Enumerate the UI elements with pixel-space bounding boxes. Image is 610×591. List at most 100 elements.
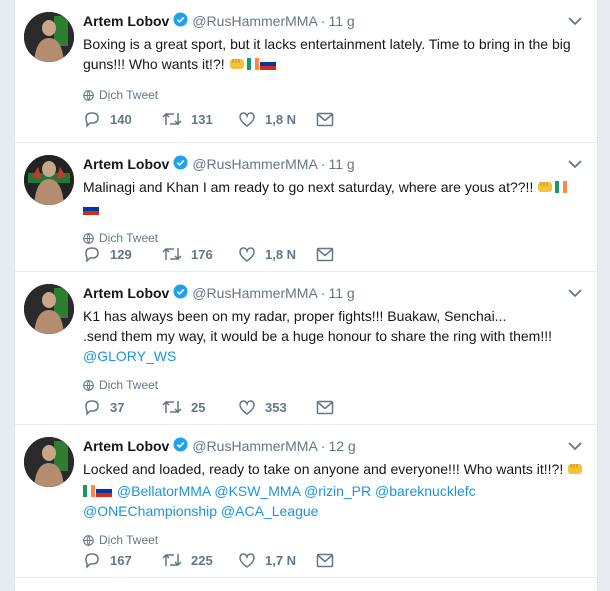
mention-links[interactable]: @BellatorMMA @KSW_MMA @rizin_PR @bareknu… [117,483,476,499]
verified-badge-icon [173,437,188,455]
chevron-down-icon[interactable] [567,286,583,298]
tweet-header: Artem Lobov @RusHammerMMA · 11 g [83,10,583,32]
reply-icon [85,112,99,128]
tweet-text-line: .send them my way, it would be a huge ho… [83,328,552,344]
avatar[interactable] [24,284,74,334]
translate-tweet-link[interactable]: Dịch Tweet [83,88,583,102]
like-count: 1,8 N [265,246,297,262]
tweet-header: Artem Lobov @RusHammerMMA · 11 g [83,282,583,304]
tweet-actions: 167 225 1,7 N [83,551,395,569]
author-handle[interactable]: @RusHammerMMA [192,438,317,454]
translate-label: Dịch Tweet [99,378,159,392]
tweet-time[interactable]: 11 g [328,156,354,172]
author-handle[interactable]: @RusHammerMMA [192,285,317,301]
retweet-button[interactable]: 225 [162,551,238,569]
direct-message-icon [316,247,334,261]
chevron-down-icon[interactable] [567,439,583,451]
translate-tweet-link[interactable]: Dịch Tweet [83,378,583,392]
avatar[interactable] [24,155,74,205]
tweet-text-line-with-emoji: Malinagi and Khan I am ready to go next … [83,177,583,199]
chevron-down-icon[interactable] [567,14,583,26]
tweet-mentions-line: @BellatorMMA @KSW_MMA @rizin_PR @bareknu… [83,481,583,501]
retweet-button[interactable]: 131 [162,110,238,128]
reply-icon [85,400,99,416]
retweet-button[interactable]: 25 [162,398,238,416]
direct-message-button[interactable] [316,112,395,127]
retweet-icon [162,553,182,567]
russian-flag [82,200,100,215]
retweet-icon [162,400,182,414]
chevron-down-icon[interactable] [567,157,583,169]
fist-emoji [537,179,553,199]
tweet-text-line: Malinagi and Khan I am ready to go next … [83,179,534,195]
author-name[interactable]: Artem Lobov [83,156,169,172]
reply-button[interactable]: 129 [83,245,162,263]
author-name[interactable]: Artem Lobov [83,13,169,29]
tweet[interactable]: Artem Lobov @RusHammerMMA · 11 g K1 has … [15,272,597,425]
avatar[interactable] [24,12,74,62]
translate-tweet-link[interactable]: Dịch Tweet [83,533,583,547]
retweet-count: 176 [191,246,213,262]
translate-tweet-link[interactable]: Dịch Tweet [83,231,583,245]
avatar[interactable] [24,437,74,487]
separator-dot: · [320,438,326,454]
tweet[interactable]: Artem Lobov @RusHammerMMA · 11 g Malinag… [15,143,597,272]
direct-message-icon [316,112,334,126]
retweet-button[interactable]: 176 [162,245,238,263]
tweet-text-line-with-emoji: guns!!! Who wants it!?! [83,54,583,76]
tweet-header: Artem Lobov @RusHammerMMA · 11 g [83,153,583,175]
globe-icon [83,89,94,101]
like-icon [239,399,255,415]
retweet-count: 225 [191,552,213,568]
like-button[interactable]: 1,7 N [238,552,316,569]
tweet[interactable]: Artem Lobov @RusHammerMMA · 11 g Boxing … [15,0,597,143]
verified-badge-icon [173,284,188,302]
author-name[interactable]: Artem Lobov [83,438,169,454]
reply-count: 129 [110,246,132,262]
reply-count: 140 [110,111,132,127]
reply-icon [85,553,99,569]
direct-message-button[interactable] [316,247,395,262]
author-name[interactable]: Artem Lobov [83,285,169,301]
tweet-text-line: guns!!! Who wants it!?! [83,56,225,72]
author-handle[interactable]: @RusHammerMMA [192,156,317,172]
reply-button[interactable]: 140 [83,110,162,128]
globe-icon [83,379,94,391]
like-button[interactable]: 1,8 N [238,111,316,128]
direct-message-button[interactable] [316,400,395,415]
irish-flag [83,482,95,497]
tweet-time[interactable]: 12 g [328,438,355,454]
tweet[interactable]: Artem Lobov @RusHammerMMA · 12 g Locked … [15,425,597,578]
direct-message-icon [316,400,334,414]
separator-dot: · [320,156,326,172]
translate-label: Dịch Tweet [99,231,159,245]
tweet-text: K1 has always been on my radar, proper f… [83,306,583,366]
like-button[interactable]: 353 [238,399,316,416]
retweet-icon [162,112,182,126]
globe-icon [83,232,94,244]
like-button[interactable]: 1,8 N [238,246,316,263]
mention-links[interactable]: @ONEChampionship @ACA_League [83,501,583,521]
reply-button[interactable]: 167 [83,551,162,569]
irish-flag [246,55,259,70]
tweet-text-line: Boxing is a great sport, but it lacks en… [83,36,571,52]
tweet-time[interactable]: 11 g [328,13,354,29]
tweet-text-line-with-emoji: Locked and loaded, ready to take on anyo… [83,459,583,481]
tweet-actions: 140 131 1,8 N [83,110,395,128]
globe-icon [83,534,94,546]
author-handle[interactable]: @RusHammerMMA [192,13,317,29]
reply-button[interactable]: 37 [83,398,162,416]
verified-badge-icon [173,12,188,30]
tweet-text-line: K1 has always been on my radar, proper f… [83,308,507,324]
separator-dot: · [320,13,326,29]
verified-badge-icon [173,155,188,173]
translate-label: Dịch Tweet [99,88,159,102]
tweet-text: Malinagi and Khan I am ready to go next … [82,177,583,219]
tweet-text-emoji-line [82,199,583,219]
reply-count: 167 [110,552,132,568]
direct-message-button[interactable] [316,553,395,568]
like-icon [239,111,255,127]
retweet-count: 131 [191,111,213,127]
tweet-time[interactable]: 11 g [328,285,354,301]
mention-link[interactable]: @GLORY_WS [83,346,583,366]
